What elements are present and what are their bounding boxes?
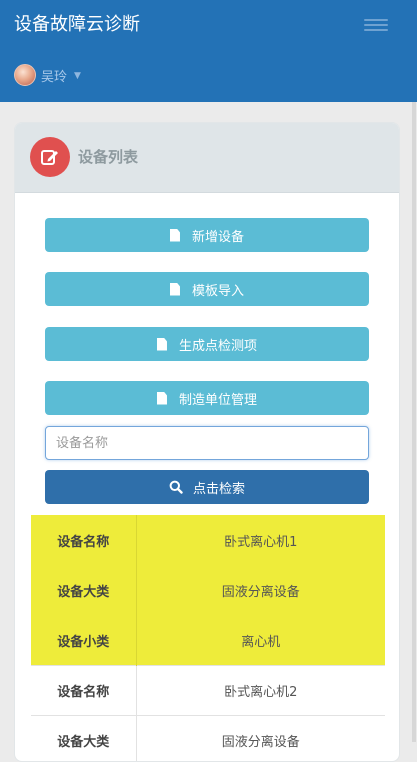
hamburger-icon <box>364 19 388 21</box>
hamburger-icon <box>364 29 388 31</box>
field-label: 设备大类 <box>31 716 136 762</box>
hamburger-menu-button[interactable] <box>362 16 390 36</box>
avatar <box>14 64 36 86</box>
field-value: 离心机 <box>136 616 385 666</box>
field-value: 固液分离设备 <box>136 566 385 616</box>
field-label: 设备小类 <box>31 616 136 666</box>
field-label: 设备大类 <box>31 566 136 616</box>
caret-down-icon: ▼ <box>74 71 81 81</box>
manufacturer-management-label: 制造单位管理 <box>179 389 257 408</box>
search-button-label: 点击检索 <box>193 478 245 497</box>
generate-inspection-items-button[interactable]: 生成点检测项 <box>45 327 369 361</box>
manufacturer-management-button[interactable]: 制造单位管理 <box>45 381 369 415</box>
file-icon <box>170 283 180 296</box>
field-value: 卧式离心机1 <box>136 516 385 566</box>
device-list-panel: 设备列表 新增设备 模板导入 生成点检测项 制造单位管理 点击检索 设备名称 卧… <box>14 122 400 762</box>
table-row[interactable]: 设备大类 固液分离设备 <box>31 566 385 616</box>
search-button[interactable]: 点击检索 <box>45 470 369 504</box>
user-menu[interactable]: 吴玲 ▼ <box>14 64 81 86</box>
generate-inspection-items-label: 生成点检测项 <box>179 335 257 354</box>
template-import-label: 模板导入 <box>192 280 244 299</box>
field-value: 卧式离心机2 <box>136 666 385 716</box>
app-title: 设备故障云诊断 <box>14 13 140 37</box>
add-device-label: 新增设备 <box>192 226 244 245</box>
edit-icon <box>30 137 70 177</box>
panel-header: 设备列表 <box>15 123 399 193</box>
table-row[interactable]: 设备小类 离心机 <box>31 616 385 666</box>
search-icon <box>169 480 183 494</box>
file-icon <box>157 392 167 405</box>
hamburger-icon <box>364 24 388 26</box>
table-row[interactable]: 设备名称 卧式离心机2 <box>31 666 385 716</box>
device-table: 设备名称 卧式离心机1 设备大类 固液分离设备 设备小类 离心机 设备名称 卧式… <box>31 515 385 762</box>
device-name-search-input[interactable] <box>45 426 369 460</box>
user-name: 吴玲 <box>41 66 67 85</box>
app-header: 设备故障云诊断 吴玲 ▼ <box>0 0 417 102</box>
add-device-button[interactable]: 新增设备 <box>45 218 369 252</box>
panel-title: 设备列表 <box>78 146 138 167</box>
field-label: 设备名称 <box>31 666 136 716</box>
file-icon <box>170 229 180 242</box>
file-icon <box>157 338 167 351</box>
field-label: 设备名称 <box>31 516 136 566</box>
template-import-button[interactable]: 模板导入 <box>45 272 369 306</box>
table-row[interactable]: 设备大类 固液分离设备 <box>31 716 385 762</box>
table-row[interactable]: 设备名称 卧式离心机1 <box>31 516 385 566</box>
field-value: 固液分离设备 <box>136 716 385 762</box>
scrollbar[interactable] <box>412 102 416 742</box>
